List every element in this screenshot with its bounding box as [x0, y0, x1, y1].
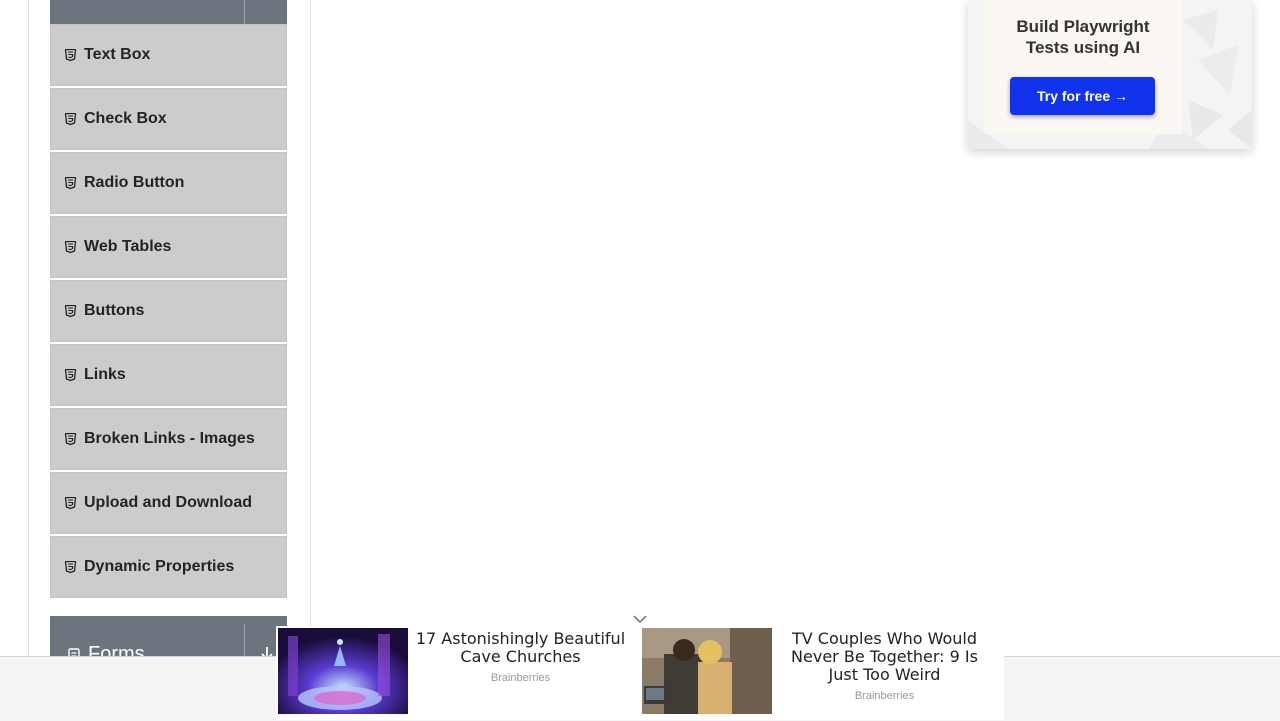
- html5-icon: [65, 49, 76, 61]
- sidebar-item-radio-button[interactable]: Radio Button: [50, 152, 287, 214]
- ad-title-line2: Tests using AI: [1025, 38, 1141, 57]
- sidebar-item-label: Links: [84, 366, 126, 383]
- ad-thumbnail-image: [278, 628, 408, 714]
- group-header-elements[interactable]: [50, 0, 287, 24]
- ad-source: Brainberries: [854, 690, 915, 702]
- html5-icon: [65, 241, 76, 253]
- sidebar-item-label: Dynamic Properties: [84, 558, 235, 575]
- sidebar-item-label: Buttons: [84, 302, 145, 319]
- sidebar-item-broken-links[interactable]: Broken Links - Images: [50, 408, 287, 470]
- ad-text: 17 Astonishingly Beautiful Cave Churches…: [413, 629, 628, 685]
- ad-item-cave-churches[interactable]: 17 Astonishingly Beautiful Cave Churches…: [278, 626, 638, 716]
- html5-icon: [65, 305, 76, 317]
- sidebar-item-check-box[interactable]: Check Box: [50, 88, 287, 150]
- sidebar-item-label: Text Box: [84, 46, 151, 63]
- ad-headline: TV Couples Who Would Never Be Together: …: [791, 629, 978, 684]
- html5-icon: [65, 369, 76, 381]
- ad-source: Brainberries: [490, 672, 551, 684]
- html5-icon: [65, 497, 76, 509]
- sidebar-item-links[interactable]: Links: [50, 344, 287, 406]
- ad-text: TV Couples Who Would Never Be Together: …: [777, 629, 992, 703]
- html5-icon: [65, 433, 76, 445]
- ad-headline: 17 Astonishingly Beautiful Cave Churches: [415, 629, 626, 666]
- ad-thumbnail-image: [642, 628, 772, 714]
- ad-card[interactable]: Build Playwright Tests using AI Try for …: [968, 0, 1252, 149]
- sidebar-item-dynamic-properties[interactable]: Dynamic Properties: [50, 536, 287, 598]
- ad-item-tv-couples[interactable]: TV Couples Who Would Never Be Together: …: [642, 626, 1002, 716]
- html5-icon: [65, 177, 76, 189]
- sidebar-item-label: Web Tables: [84, 238, 172, 255]
- sidebar-item-upload-download[interactable]: Upload and Download: [50, 472, 287, 534]
- try-for-free-button[interactable]: Try for free →: [1010, 77, 1155, 115]
- sidebar-item-text-box[interactable]: Text Box: [50, 24, 287, 86]
- bottom-ad-strip: 17 Astonishingly Beautiful Cave Churches…: [276, 626, 1004, 720]
- ad-title: Build Playwright Tests using AI: [968, 16, 1198, 58]
- sidebar-item-label: Broken Links - Images: [84, 430, 255, 447]
- left-column-border: [28, 0, 29, 720]
- html5-icon: [65, 561, 76, 573]
- sidebar-item-web-tables[interactable]: Web Tables: [50, 216, 287, 278]
- sidebar-menu: Text Box Check Box Radio Button Web Tabl…: [50, 24, 287, 600]
- html5-icon: [65, 113, 76, 125]
- sidebar-item-label: Radio Button: [84, 174, 185, 191]
- ad-title-line1: Build Playwright: [1016, 17, 1150, 36]
- sidebar-item-label: Upload and Download: [84, 494, 252, 511]
- collapse-ad-icon[interactable]: [632, 612, 648, 624]
- sidebar-right-border: [310, 0, 311, 720]
- sidebar-item-label: Check Box: [84, 110, 167, 127]
- sidebar-item-buttons[interactable]: Buttons: [50, 280, 287, 342]
- group-header-divider: [244, 0, 245, 24]
